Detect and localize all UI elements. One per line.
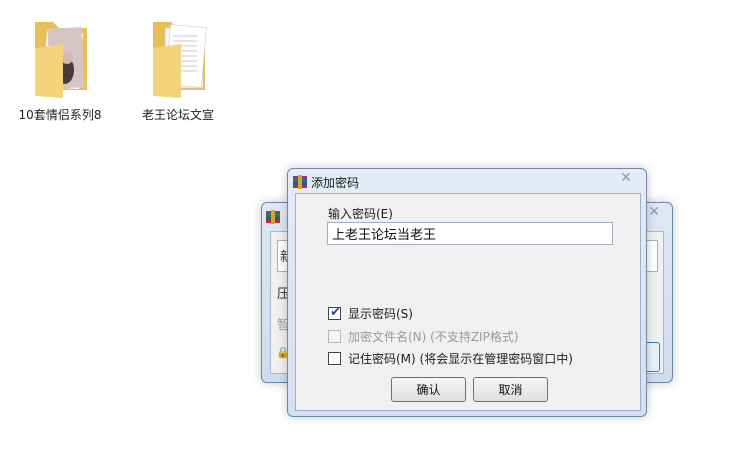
folder-icon — [25, 18, 95, 102]
password-input[interactable] — [327, 222, 613, 245]
dialog-body: 输入密码(E) ✔ 显示密码(S) 加密文件名(N) (不支持ZIP格式) 记住… — [295, 193, 641, 411]
winrar-icon — [292, 174, 308, 193]
confirm-button[interactable]: 确认 — [391, 377, 466, 402]
remember-password-label: 记住密码(M) (将会显示在管理密码窗口中) — [348, 352, 573, 366]
desktop-icon-folder-1[interactable]: 10套情侣系列8 — [12, 18, 108, 123]
cancel-button[interactable]: 取消 — [473, 377, 548, 402]
show-password-label: 显示密码(S) — [348, 307, 413, 321]
password-label: 输入密码(E) — [328, 207, 393, 221]
checkmark-icon: ✔ — [330, 305, 341, 320]
desktop-icon-label: 老王论坛文宣 — [141, 108, 214, 122]
winrar-icon — [265, 209, 281, 228]
close-icon: ✕ — [620, 170, 632, 186]
folder-icon — [143, 18, 213, 102]
remember-password-checkbox[interactable] — [328, 352, 341, 365]
desktop-icon-folder-2[interactable]: 老王论坛文宣 — [130, 18, 226, 123]
close-icon[interactable]: ✕ — [648, 204, 660, 220]
show-password-checkbox[interactable]: ✔ — [328, 305, 341, 320]
encrypt-filenames-checkbox — [328, 330, 341, 343]
encrypt-filenames-label: 加密文件名(N) (不支持ZIP格式) — [348, 330, 519, 344]
desktop-icon-label: 10套情侣系列8 — [18, 108, 102, 122]
add-password-dialog: 添加密码 ✕ 输入密码(E) ✔ 显示密码(S) 加密文件名(N) (不支持ZI… — [287, 168, 647, 417]
close-button[interactable]: ✕ — [614, 170, 638, 187]
dialog-title: 添加密码 — [311, 176, 360, 190]
